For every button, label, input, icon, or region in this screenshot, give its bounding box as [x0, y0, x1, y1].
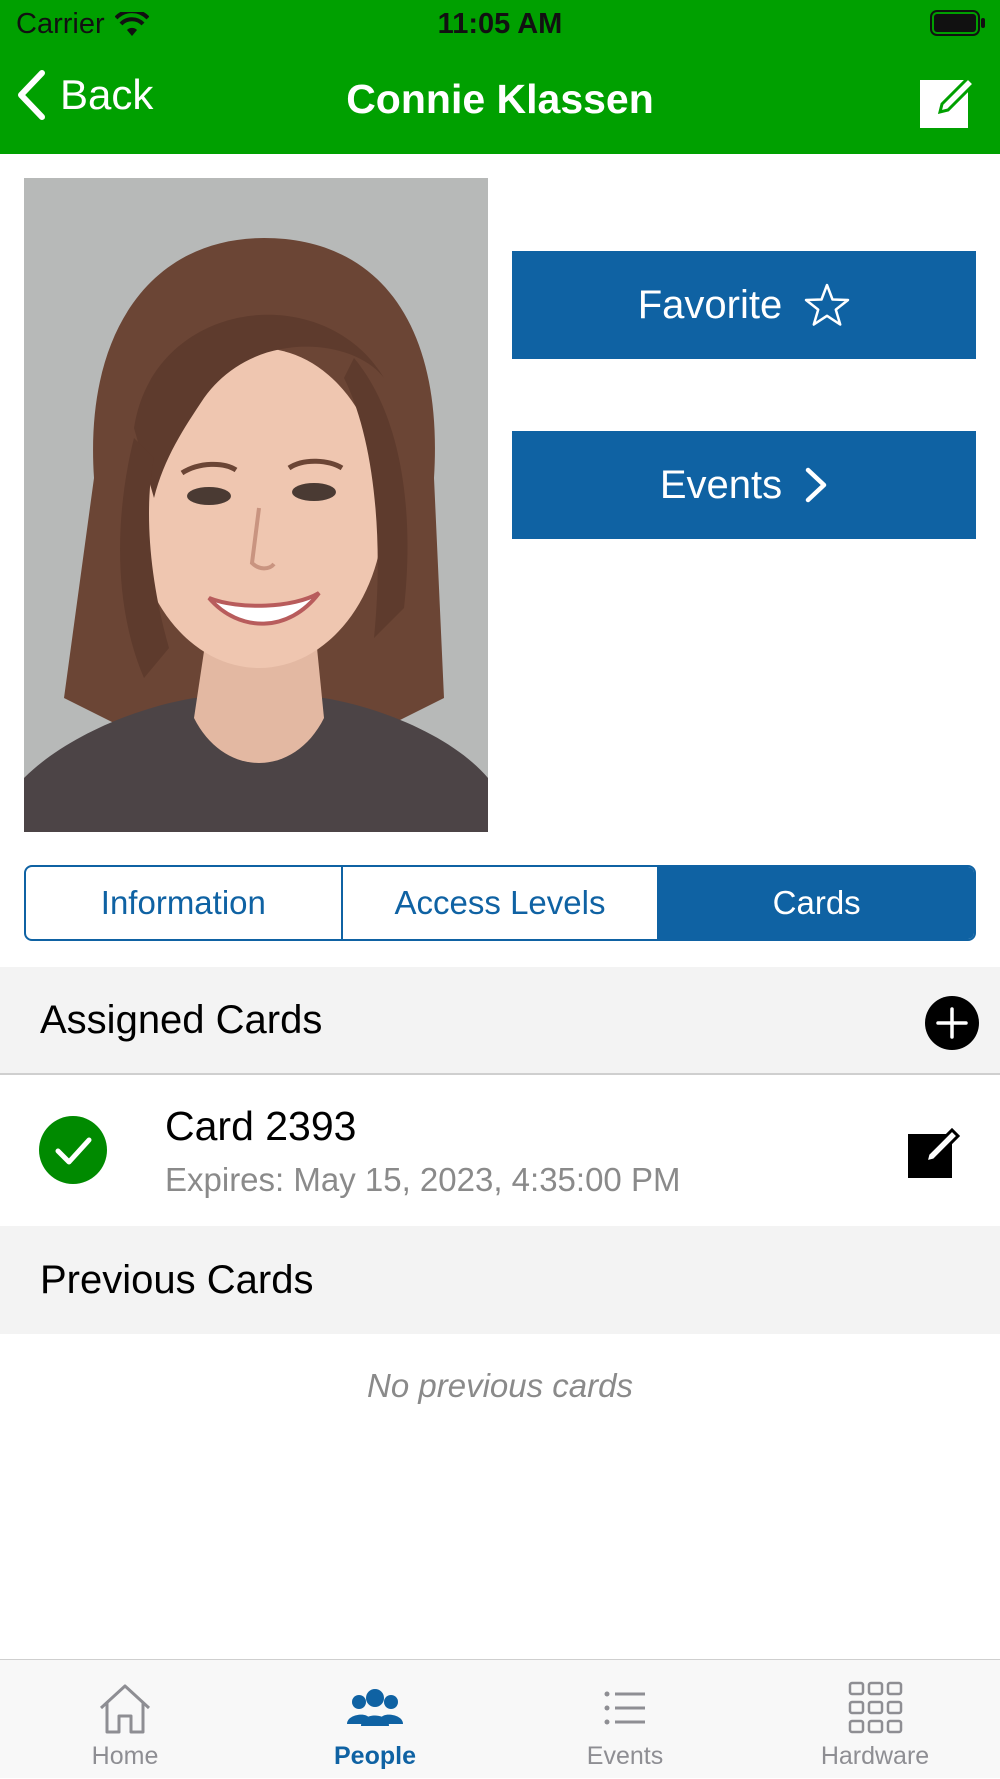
events-label: Events — [659, 462, 783, 507]
tabbar-label-hardware: Hardware — [820, 1742, 930, 1770]
favorite-label: Favorite — [637, 282, 783, 327]
tabbar-label-events: Events — [586, 1742, 664, 1770]
tabbar-item-home[interactable]: Home — [0, 1660, 250, 1779]
tab-information[interactable]: Information — [26, 867, 341, 939]
compose-icon[interactable] — [918, 72, 978, 132]
tabbar-item-hardware[interactable]: Hardware — [750, 1660, 1000, 1779]
tabbar-label-home: Home — [91, 1742, 159, 1770]
edit-card-icon[interactable] — [906, 1124, 964, 1182]
card-list-item[interactable] — [0, 1077, 1000, 1226]
card-name: Card 2393 — [165, 1103, 357, 1149]
tabbar-item-events[interactable]: Events — [500, 1660, 750, 1779]
battery-icon — [930, 10, 985, 36]
segmented-control: Information Access Levels Cards — [24, 865, 976, 941]
profile-photo — [24, 178, 488, 832]
tabbar-label-people: People — [334, 1742, 416, 1770]
home-icon — [99, 1684, 151, 1734]
assigned-cards-header: Assigned Cards — [0, 967, 1000, 1075]
star-outline-icon — [805, 283, 850, 326]
events-button[interactable]: Events — [512, 431, 976, 539]
navigation-header: Carrier 11:05 AM Back Connie Klassen — [0, 0, 1000, 154]
tabbar-item-people[interactable]: People — [250, 1660, 500, 1779]
tab-access-levels[interactable]: Access Levels — [340, 867, 658, 939]
card-expires: Expires: May 15, 2023, 4:35:00 PM — [165, 1161, 681, 1198]
page-title: Connie Klassen — [346, 76, 654, 122]
previous-cards-title: Previous Cards — [40, 1257, 314, 1302]
check-circle-icon — [39, 1116, 107, 1184]
people-icon — [347, 1689, 403, 1726]
empty-state-text: No previous cards — [367, 1367, 633, 1404]
previous-cards-header: Previous Cards — [0, 1226, 1000, 1334]
tab-cards[interactable]: Cards — [657, 867, 974, 939]
chevron-left-icon — [18, 70, 45, 120]
tab-bar: Home People Events Hardware — [0, 1659, 1000, 1778]
plus-circle-icon[interactable] — [924, 995, 980, 1051]
favorite-button[interactable]: Favorite — [512, 251, 976, 359]
assigned-cards-title: Assigned Cards — [40, 997, 323, 1042]
grid-icon — [848, 1681, 903, 1734]
list-icon — [604, 1691, 645, 1725]
back-label: Back — [60, 71, 154, 118]
chevron-right-icon — [805, 467, 827, 503]
back-button[interactable]: Back — [16, 70, 153, 120]
status-time: 11:05 AM — [437, 8, 563, 40]
